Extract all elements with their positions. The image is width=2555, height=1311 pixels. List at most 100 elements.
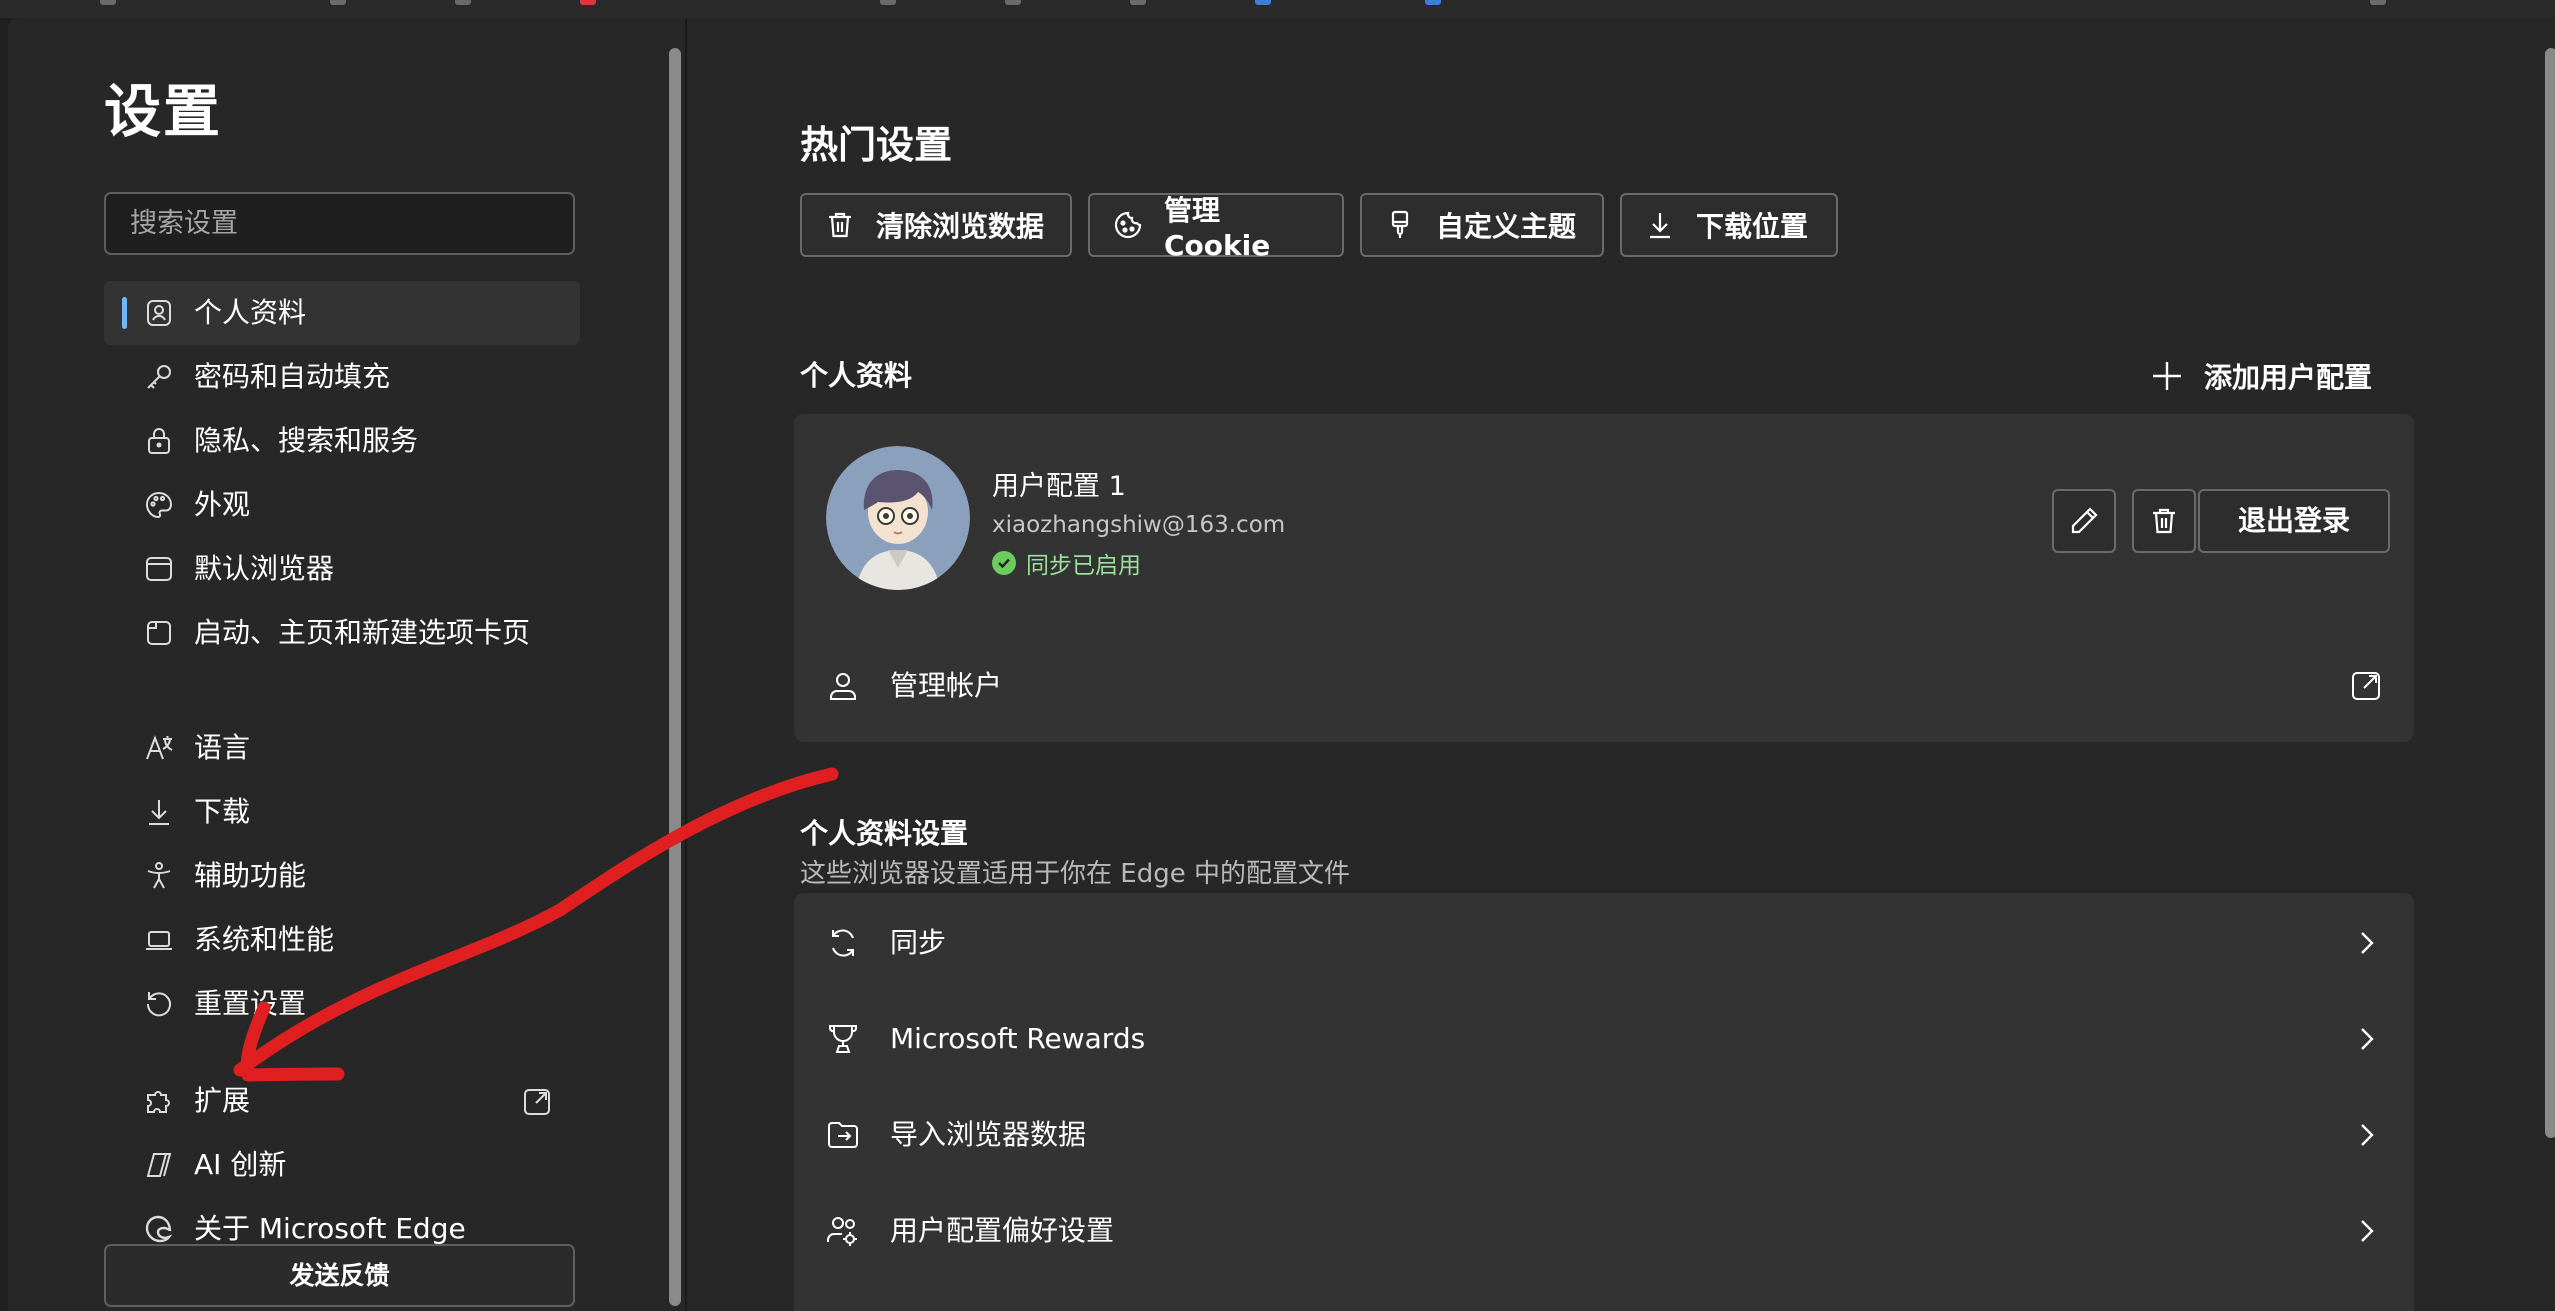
people-settings-icon [827, 1217, 857, 1246]
sidebar-item-label: 个人资料 [194, 296, 307, 329]
profile-settings-title: 个人资料设置 [800, 817, 969, 850]
sidebar-item-ai[interactable]: AI 创新 [104, 1133, 580, 1197]
taskbar-tab-indicator [880, 0, 896, 5]
settings-title: 设置 [104, 79, 222, 145]
sidebar-item-label: 外观 [194, 488, 251, 521]
cookie-icon [1114, 211, 1142, 239]
settings-row-sync[interactable]: 同步 [794, 895, 2414, 991]
language-icon [146, 735, 173, 760]
sidebar-item-passwords[interactable]: 密码和自动填充 [104, 345, 580, 409]
taskbar-tab-indicator [580, 0, 596, 5]
settings-row-import[interactable]: 导入浏览器数据 [794, 1087, 2414, 1183]
plus-icon [2153, 362, 2181, 390]
quick-button-label: 下载位置 [1696, 210, 1809, 243]
puzzle-icon [147, 1091, 170, 1113]
taskbar-tab-indicator [455, 0, 471, 5]
manage-account-row[interactable]: 管理帐户 [794, 638, 2414, 734]
chevron-right-icon [2361, 932, 2374, 954]
open-external-icon [2352, 672, 2380, 700]
manage-cookie-button[interactable]: 管理 Cookie [1088, 193, 1344, 262]
open-external-icon [524, 1089, 550, 1115]
chevron-right-icon [2361, 1028, 2374, 1050]
taskbar-tab-indicator [1425, 0, 1441, 5]
sidebar-item-label: 辅助功能 [194, 859, 307, 892]
palette-icon [145, 491, 173, 519]
delete-profile-button[interactable] [2132, 489, 2196, 553]
trash-icon [2153, 508, 2175, 534]
reset-icon [146, 992, 171, 1017]
profile-card: 用户配置 1 xiaozhangshiw@163.com 同步已启用 退出登录 … [794, 414, 2414, 742]
settings-row-label: 导入浏览器数据 [890, 1118, 1087, 1151]
clear-browsing-data-button[interactable]: 清除浏览数据 [800, 193, 1072, 257]
sidebar-item-label: 启动、主页和新建选项卡页 [194, 616, 531, 649]
sidebar-item-label: 下载 [194, 795, 251, 828]
chevron-right-icon [2361, 1220, 2374, 1242]
sidebar-item-privacy[interactable]: 隐私、搜索和服务 [104, 409, 580, 473]
search-settings-input[interactable]: 搜索设置 [104, 192, 575, 255]
settings-row-profile-preferences[interactable]: 用户配置偏好设置 [794, 1183, 2414, 1279]
sidebar-item-reset[interactable]: 重置设置 [104, 972, 580, 1036]
pane-divider [685, 18, 687, 1311]
sidebar-item-label: 系统和性能 [194, 923, 335, 956]
os-title-bar [0, 0, 2555, 18]
edge-logo-icon [145, 1215, 173, 1243]
avatar[interactable] [826, 446, 970, 590]
taskbar-tab-indicator [1255, 0, 1271, 5]
sync-status-badge: 同步已启用 [992, 546, 1141, 580]
sidebar-item-profile[interactable]: 个人资料 [104, 281, 580, 345]
settings-row-label: Microsoft Rewards [890, 1022, 1146, 1055]
add-profile-button[interactable]: 添加用户配置 [2150, 354, 2372, 398]
taskbar-tab-indicator [1130, 0, 1146, 5]
sidebar-item-label: 语言 [194, 731, 251, 764]
taskbar-tab-indicator [330, 0, 346, 5]
profile-name: 用户配置 1 [992, 471, 1126, 502]
sidebar-item-label: AI 创新 [194, 1148, 287, 1181]
check-circle-icon [992, 551, 1016, 575]
send-feedback-button[interactable]: 发送反馈 [104, 1244, 575, 1307]
download-icon [149, 800, 169, 825]
sidebar-item-extensions[interactable]: 扩展 [104, 1069, 580, 1133]
sidebar-item-label: 默认浏览器 [194, 552, 335, 585]
sidebar-item-downloads[interactable]: 下载 [104, 780, 580, 844]
sign-out-button[interactable]: 退出登录 [2198, 489, 2390, 553]
paint-brush-icon [1391, 210, 1409, 238]
quick-button-label: 管理 Cookie [1164, 193, 1271, 262]
sidebar-item-start-home[interactable]: 启动、主页和新建选项卡页 [104, 601, 580, 665]
home-page-icon [147, 621, 171, 645]
profile-icon [147, 300, 171, 326]
taskbar-tab-indicator [1005, 0, 1021, 5]
settings-window: 设置 搜索设置 个人资料 密码和自动填充 隐私、搜索和服务 外观 默认浏览器 启… [8, 18, 2555, 1311]
main-scrollbar[interactable] [2545, 48, 2555, 1138]
settings-row-rewards[interactable]: Microsoft Rewards [794, 991, 2414, 1087]
settings-sidebar: 设置 搜索设置 个人资料 密码和自动填充 隐私、搜索和服务 外观 默认浏览器 启… [8, 18, 684, 1311]
browser-window-icon [146, 557, 172, 581]
sidebar-item-accessibility[interactable]: 辅助功能 [104, 844, 580, 908]
sidebar-item-system[interactable]: 系统和性能 [104, 908, 580, 972]
sidebar-item-label: 隐私、搜索和服务 [194, 424, 419, 457]
chevron-right-icon [2361, 1124, 2374, 1146]
sidebar-scrollbar[interactable] [669, 48, 681, 1306]
sidebar-item-default-browser[interactable]: 默认浏览器 [104, 537, 580, 601]
download-icon [1650, 213, 1670, 239]
customize-theme-button[interactable]: 自定义主题 [1360, 193, 1604, 257]
profile-section-title: 个人资料 [800, 359, 913, 392]
sidebar-item-appearance[interactable]: 外观 [104, 473, 580, 537]
pencil-icon [2071, 507, 2098, 534]
sidebar-item-language[interactable]: 语言 [104, 716, 580, 780]
taskbar-tab-indicator [100, 0, 116, 5]
avatar-image [826, 446, 970, 590]
profile-email: xiaozhangshiw@163.com [992, 512, 1286, 538]
edit-profile-button[interactable] [2052, 489, 2116, 553]
taskbar-tab-indicator [2370, 0, 2386, 5]
download-location-button[interactable]: 下载位置 [1620, 193, 1838, 257]
quick-button-label: 自定义主题 [1436, 210, 1577, 243]
manage-account-label: 管理帐户 [890, 669, 1003, 702]
settings-row-label: 用户配置偏好设置 [890, 1214, 1115, 1247]
profile-settings-list: 同步 Microsoft Rewards 导入浏览器数据 用户配置偏好设置 [794, 893, 2414, 1311]
ai-icon [146, 1153, 172, 1177]
laptop-icon [146, 931, 172, 950]
sync-status-text: 同步已启用 [1026, 553, 1141, 579]
sidebar-item-label: 关于 Microsoft Edge [194, 1212, 466, 1245]
sidebar-item-label: 扩展 [194, 1084, 251, 1117]
accessibility-icon [147, 862, 171, 889]
